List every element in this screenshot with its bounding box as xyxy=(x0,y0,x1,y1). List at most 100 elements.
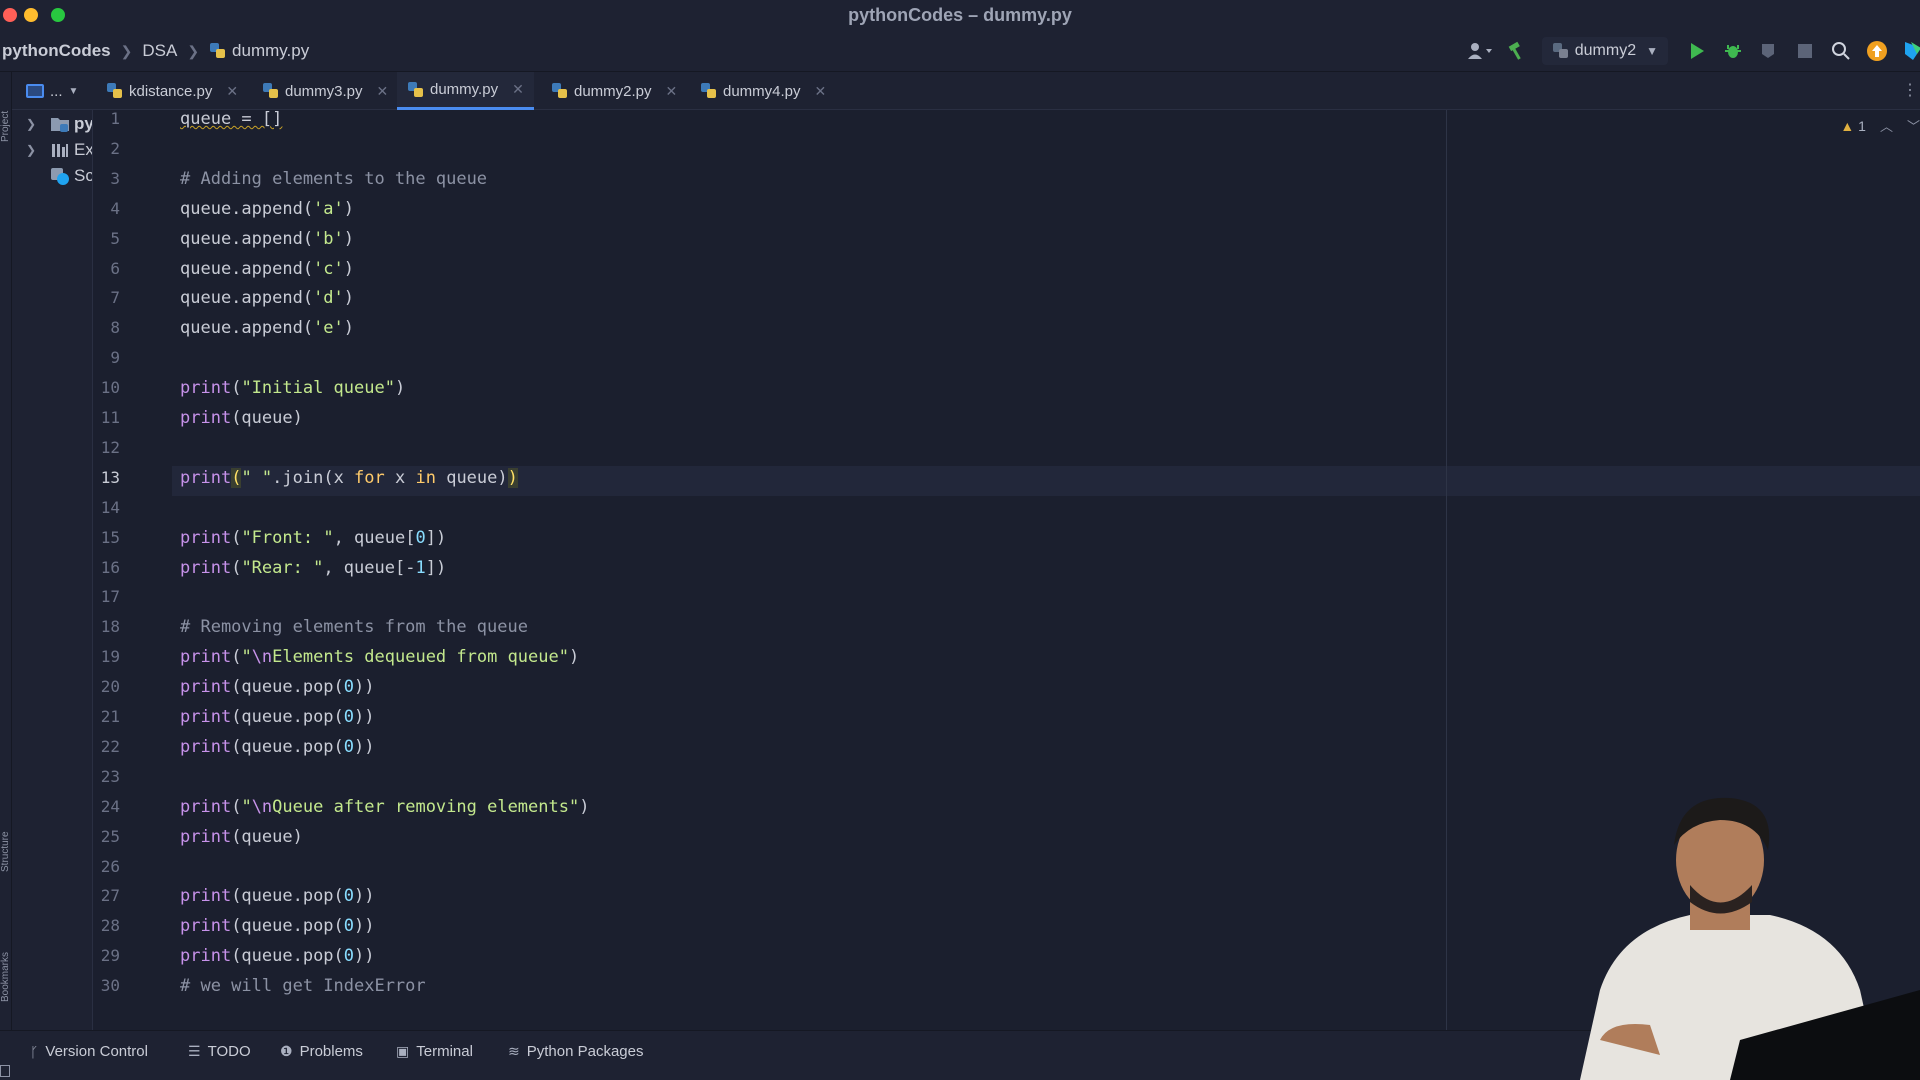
terminal-tool-button[interactable]: ▣ Terminal xyxy=(396,1043,473,1060)
close-icon[interactable]: ✕ xyxy=(512,81,524,98)
close-icon[interactable]: ✕ xyxy=(666,83,678,100)
code-line[interactable]: queue.append('d') xyxy=(180,283,354,313)
stop-icon[interactable] xyxy=(1790,36,1820,66)
code-line[interactable]: print(queue.pop(0)) xyxy=(180,732,375,762)
line-number: 12 xyxy=(100,437,120,457)
chevron-down-icon[interactable]: ﹀ xyxy=(1907,116,1920,135)
tab-label: dummy.py xyxy=(430,81,499,98)
debug-icon[interactable] xyxy=(1718,36,1748,66)
close-icon[interactable]: ✕ xyxy=(377,83,389,100)
tab-dummy2[interactable]: dummy2.py ✕ xyxy=(541,72,687,110)
code-line[interactable]: print("Rear: ", queue[-1]) xyxy=(180,553,446,583)
left-tool-strip: Project Structure Bookmarks xyxy=(0,72,12,1030)
close-icon[interactable]: ✕ xyxy=(226,83,238,100)
line-number: 26 xyxy=(100,856,120,876)
breadcrumb: pythonCodes ❯ DSA ❯ dummy.py xyxy=(2,41,315,61)
tree-item-project-root[interactable]: ❯ py xyxy=(12,112,92,136)
code-line[interactable]: # Removing elements from the queue xyxy=(180,612,528,642)
code-line[interactable]: print(queue.pop(0)) xyxy=(180,911,375,941)
close-icon[interactable]: ✕ xyxy=(815,83,827,100)
project-tool-button[interactable]: Project xyxy=(0,82,12,142)
library-icon xyxy=(52,144,68,157)
terminal-icon: ▣ xyxy=(396,1043,410,1059)
python-packages-tool-button[interactable]: ≋ Python Packages xyxy=(508,1043,643,1060)
code-line[interactable]: queue = [] xyxy=(180,110,282,134)
code-line[interactable]: queue.append('a') xyxy=(180,194,354,224)
line-number: 18 xyxy=(100,617,120,637)
tab-label: dummy4.py xyxy=(723,82,801,100)
tree-item-label: Sc xyxy=(74,166,93,185)
run-configuration-label: dummy2 xyxy=(1574,42,1637,59)
line-number: 1 xyxy=(110,110,120,128)
chevron-right-icon[interactable]: ❯ xyxy=(26,143,40,157)
run-icon[interactable] xyxy=(1682,36,1712,66)
tree-item-scratches[interactable]: Sc xyxy=(12,164,93,188)
code-line[interactable]: print("\nQueue after removing elements") xyxy=(180,792,589,822)
warning-icon: ▲ xyxy=(1840,117,1855,134)
structure-tool-button[interactable]: Structure xyxy=(0,792,12,872)
todo-tool-button[interactable]: ☰ TODO xyxy=(188,1043,251,1060)
more-tabs-icon[interactable]: ⋮ xyxy=(1902,80,1918,100)
tool-windows-toggle-icon[interactable] xyxy=(0,1065,10,1077)
code-line[interactable]: print(queue.pop(0)) xyxy=(180,672,375,702)
tab-label: dummy2.py xyxy=(574,82,652,100)
code-line[interactable]: print("\nElements dequeued from queue") xyxy=(180,642,579,672)
chevron-right-icon[interactable]: ❯ xyxy=(26,117,40,131)
code-line[interactable]: print(queue) xyxy=(180,403,303,433)
code-line[interactable]: print(queue) xyxy=(180,822,303,852)
line-number: 11 xyxy=(100,408,120,427)
project-view-toggle[interactable]: ... ▼ xyxy=(26,80,88,102)
branch-icon: ᚴ xyxy=(30,1043,39,1060)
code-line[interactable]: print("Front: ", queue[0]) xyxy=(180,523,446,553)
breadcrumb-folder[interactable]: DSA xyxy=(142,41,177,61)
line-number-gutter[interactable]: 1 2 3 4 5 6 7 8 9 10 11 12 13 14 15 16 17 18 19 20 21 22 23 24 2… xyxy=(94,110,172,1030)
project-window-icon xyxy=(26,84,44,98)
line-number: 13 xyxy=(100,467,120,487)
line-number: 29 xyxy=(100,946,120,966)
problems-tool-button[interactable]: ❶ Problems xyxy=(280,1043,363,1060)
code-line[interactable]: print(" ".join(x for x in queue)) xyxy=(180,463,518,493)
code-line[interactable]: print(queue.pop(0)) xyxy=(180,941,375,971)
tab-label: kdistance.py xyxy=(129,82,213,100)
jetbrains-logo-icon[interactable] xyxy=(1898,36,1920,66)
code-line[interactable]: print("Initial queue") xyxy=(180,373,405,403)
list-icon: ☰ xyxy=(188,1043,201,1059)
breadcrumb-file[interactable]: dummy.py xyxy=(232,41,309,61)
bookmarks-tool-button[interactable]: Bookmarks xyxy=(0,912,12,1002)
breadcrumb-project[interactable]: pythonCodes xyxy=(2,41,111,61)
tab-label: dummy3.py xyxy=(285,82,363,100)
tab-dummy[interactable]: dummy.py ✕ xyxy=(397,72,534,110)
chevron-up-icon[interactable]: ︿ xyxy=(1880,116,1893,135)
inspection-widget[interactable]: ▲ 1 ︿ ﹀ xyxy=(1840,116,1920,135)
title-bar: pythonCodes – dummy.py xyxy=(0,0,1920,30)
run-configuration-selector[interactable]: dummy2 ▼ xyxy=(1541,37,1668,65)
code-line[interactable]: queue.append('c') xyxy=(180,254,354,284)
code-line[interactable]: print(queue.pop(0)) xyxy=(180,702,375,732)
run-with-coverage-icon[interactable] xyxy=(1754,36,1784,66)
code-line[interactable]: # we will get IndexError xyxy=(180,971,426,1001)
user-icon[interactable] xyxy=(1466,36,1496,66)
folder-icon xyxy=(51,118,69,132)
build-hammer-icon[interactable] xyxy=(1502,36,1532,66)
tab-dummy3[interactable]: dummy3.py ✕ xyxy=(252,72,398,110)
line-number: 5 xyxy=(110,228,120,248)
warning-count: 1 xyxy=(1858,117,1866,134)
tree-item-external-libraries[interactable]: ❯ Ex xyxy=(12,138,92,162)
code-line[interactable]: # Adding elements to the queue xyxy=(180,164,487,194)
right-margin-guide xyxy=(1446,110,1447,1030)
tab-dummy4[interactable]: dummy4.py ✕ xyxy=(690,72,836,110)
python-file-icon xyxy=(552,83,567,98)
update-icon[interactable] xyxy=(1862,36,1892,66)
tool-label: Terminal xyxy=(416,1043,473,1060)
search-icon[interactable] xyxy=(1826,36,1856,66)
version-control-tool-button[interactable]: ᚴ Version Control xyxy=(30,1043,148,1060)
info-icon: ❶ xyxy=(280,1043,293,1059)
code-line[interactable]: queue.append('e') xyxy=(180,313,354,343)
code-line[interactable]: print(queue.pop(0)) xyxy=(180,881,375,911)
code-line[interactable]: queue.append('b') xyxy=(180,224,354,254)
layers-icon: ≋ xyxy=(508,1043,520,1059)
line-number: 17 xyxy=(100,587,120,607)
tab-kdistance[interactable]: kdistance.py ✕ xyxy=(96,72,248,110)
line-number: 14 xyxy=(100,497,120,517)
line-number: 15 xyxy=(100,527,120,547)
